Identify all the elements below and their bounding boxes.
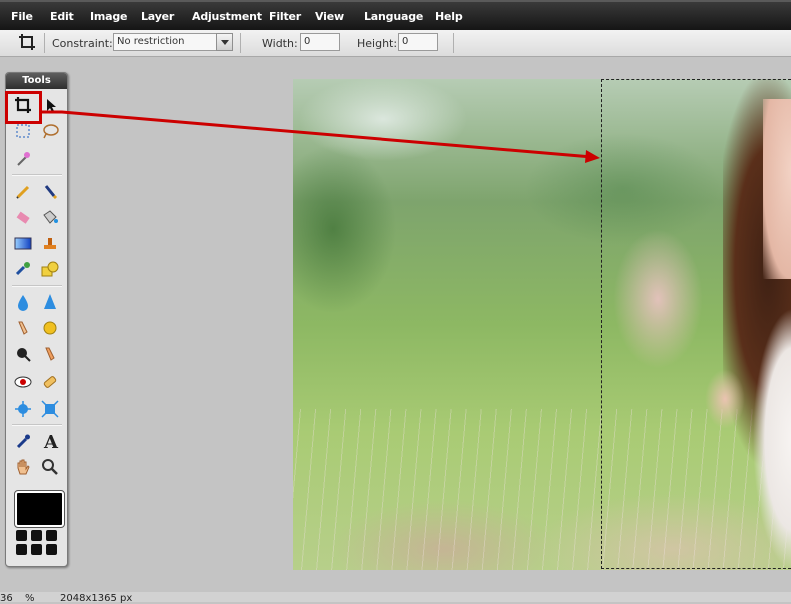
height-field[interactable]: 0	[398, 33, 438, 51]
palette-swatch[interactable]	[16, 544, 27, 555]
sponge-icon[interactable]	[40, 318, 60, 338]
menu-help[interactable]: Help	[435, 10, 463, 23]
menu-filter[interactable]: Filter	[269, 10, 301, 23]
red-eye-icon[interactable]	[13, 372, 33, 392]
palette-swatch[interactable]	[46, 544, 57, 555]
crop-tool-highlight	[5, 91, 42, 124]
tools-panel-title[interactable]: Tools	[6, 73, 67, 89]
shape-icon[interactable]	[40, 259, 60, 279]
smudge-icon[interactable]	[13, 318, 33, 338]
lasso-icon[interactable]	[40, 121, 60, 141]
sharpen-icon[interactable]	[40, 292, 60, 312]
burn-icon[interactable]	[40, 344, 60, 364]
menu-layer[interactable]: Layer	[141, 10, 174, 23]
menu-language[interactable]: Language	[364, 10, 423, 23]
menu-bar: File Edit Image Layer Adjustment Filter …	[0, 0, 791, 30]
tools-separator	[12, 424, 62, 426]
blur-icon[interactable]	[13, 292, 33, 312]
width-label: Width:	[262, 37, 298, 50]
dodge-icon[interactable]	[13, 344, 33, 364]
constraint-label: Constraint:	[52, 37, 113, 50]
color-replace-icon[interactable]	[13, 259, 33, 279]
menu-view[interactable]: View	[315, 10, 344, 23]
spot-heal-icon[interactable]	[40, 372, 60, 392]
options-separator	[240, 33, 241, 53]
menu-adjustment[interactable]: Adjustment	[192, 10, 262, 23]
constraint-select[interactable]: No restriction	[113, 33, 217, 51]
palette-swatch[interactable]	[16, 530, 27, 541]
hand-icon[interactable]	[13, 457, 33, 477]
image-dimensions: 2048x1365 px	[60, 593, 133, 604]
options-separator	[453, 33, 454, 53]
paint-bucket-icon[interactable]	[40, 207, 60, 227]
pencil-icon[interactable]	[13, 181, 33, 201]
height-label: Height:	[357, 37, 398, 50]
brush-icon[interactable]	[40, 181, 60, 201]
palette-swatch[interactable]	[31, 530, 42, 541]
magic-wand-icon[interactable]	[13, 149, 33, 169]
tools-panel: Tools A	[5, 72, 68, 567]
pinch-icon[interactable]	[40, 399, 60, 419]
zoom-icon[interactable]	[40, 457, 60, 477]
tools-separator	[12, 285, 62, 287]
menu-file[interactable]: File	[11, 10, 33, 23]
type-icon[interactable]: A	[40, 431, 60, 451]
options-separator	[44, 33, 45, 53]
marquee-icon[interactable]	[13, 121, 33, 141]
bloat-icon[interactable]	[13, 399, 33, 419]
color-swatch[interactable]	[14, 490, 65, 528]
zoom-level[interactable]: 36	[0, 593, 13, 604]
eraser-icon[interactable]	[13, 207, 33, 227]
clone-stamp-icon[interactable]	[40, 233, 60, 253]
palette-swatch[interactable]	[46, 530, 57, 541]
eyedropper-icon[interactable]	[13, 431, 33, 451]
svg-text:A: A	[43, 432, 59, 450]
chevron-down-icon[interactable]	[216, 33, 233, 51]
status-bar: 36 % 2048x1365 px	[0, 592, 791, 604]
zoom-unit: %	[25, 593, 35, 604]
options-bar: Constraint: No restriction Width: 0 Heig…	[0, 30, 791, 57]
crop-icon[interactable]	[18, 33, 36, 51]
width-field[interactable]: 0	[300, 33, 340, 51]
crop-selection[interactable]	[601, 79, 791, 569]
gradient-icon[interactable]	[13, 233, 33, 253]
menu-edit[interactable]: Edit	[50, 10, 74, 23]
menu-image[interactable]: Image	[90, 10, 128, 23]
tools-separator	[12, 174, 62, 176]
move-icon[interactable]	[42, 95, 62, 115]
palette-swatch[interactable]	[31, 544, 42, 555]
